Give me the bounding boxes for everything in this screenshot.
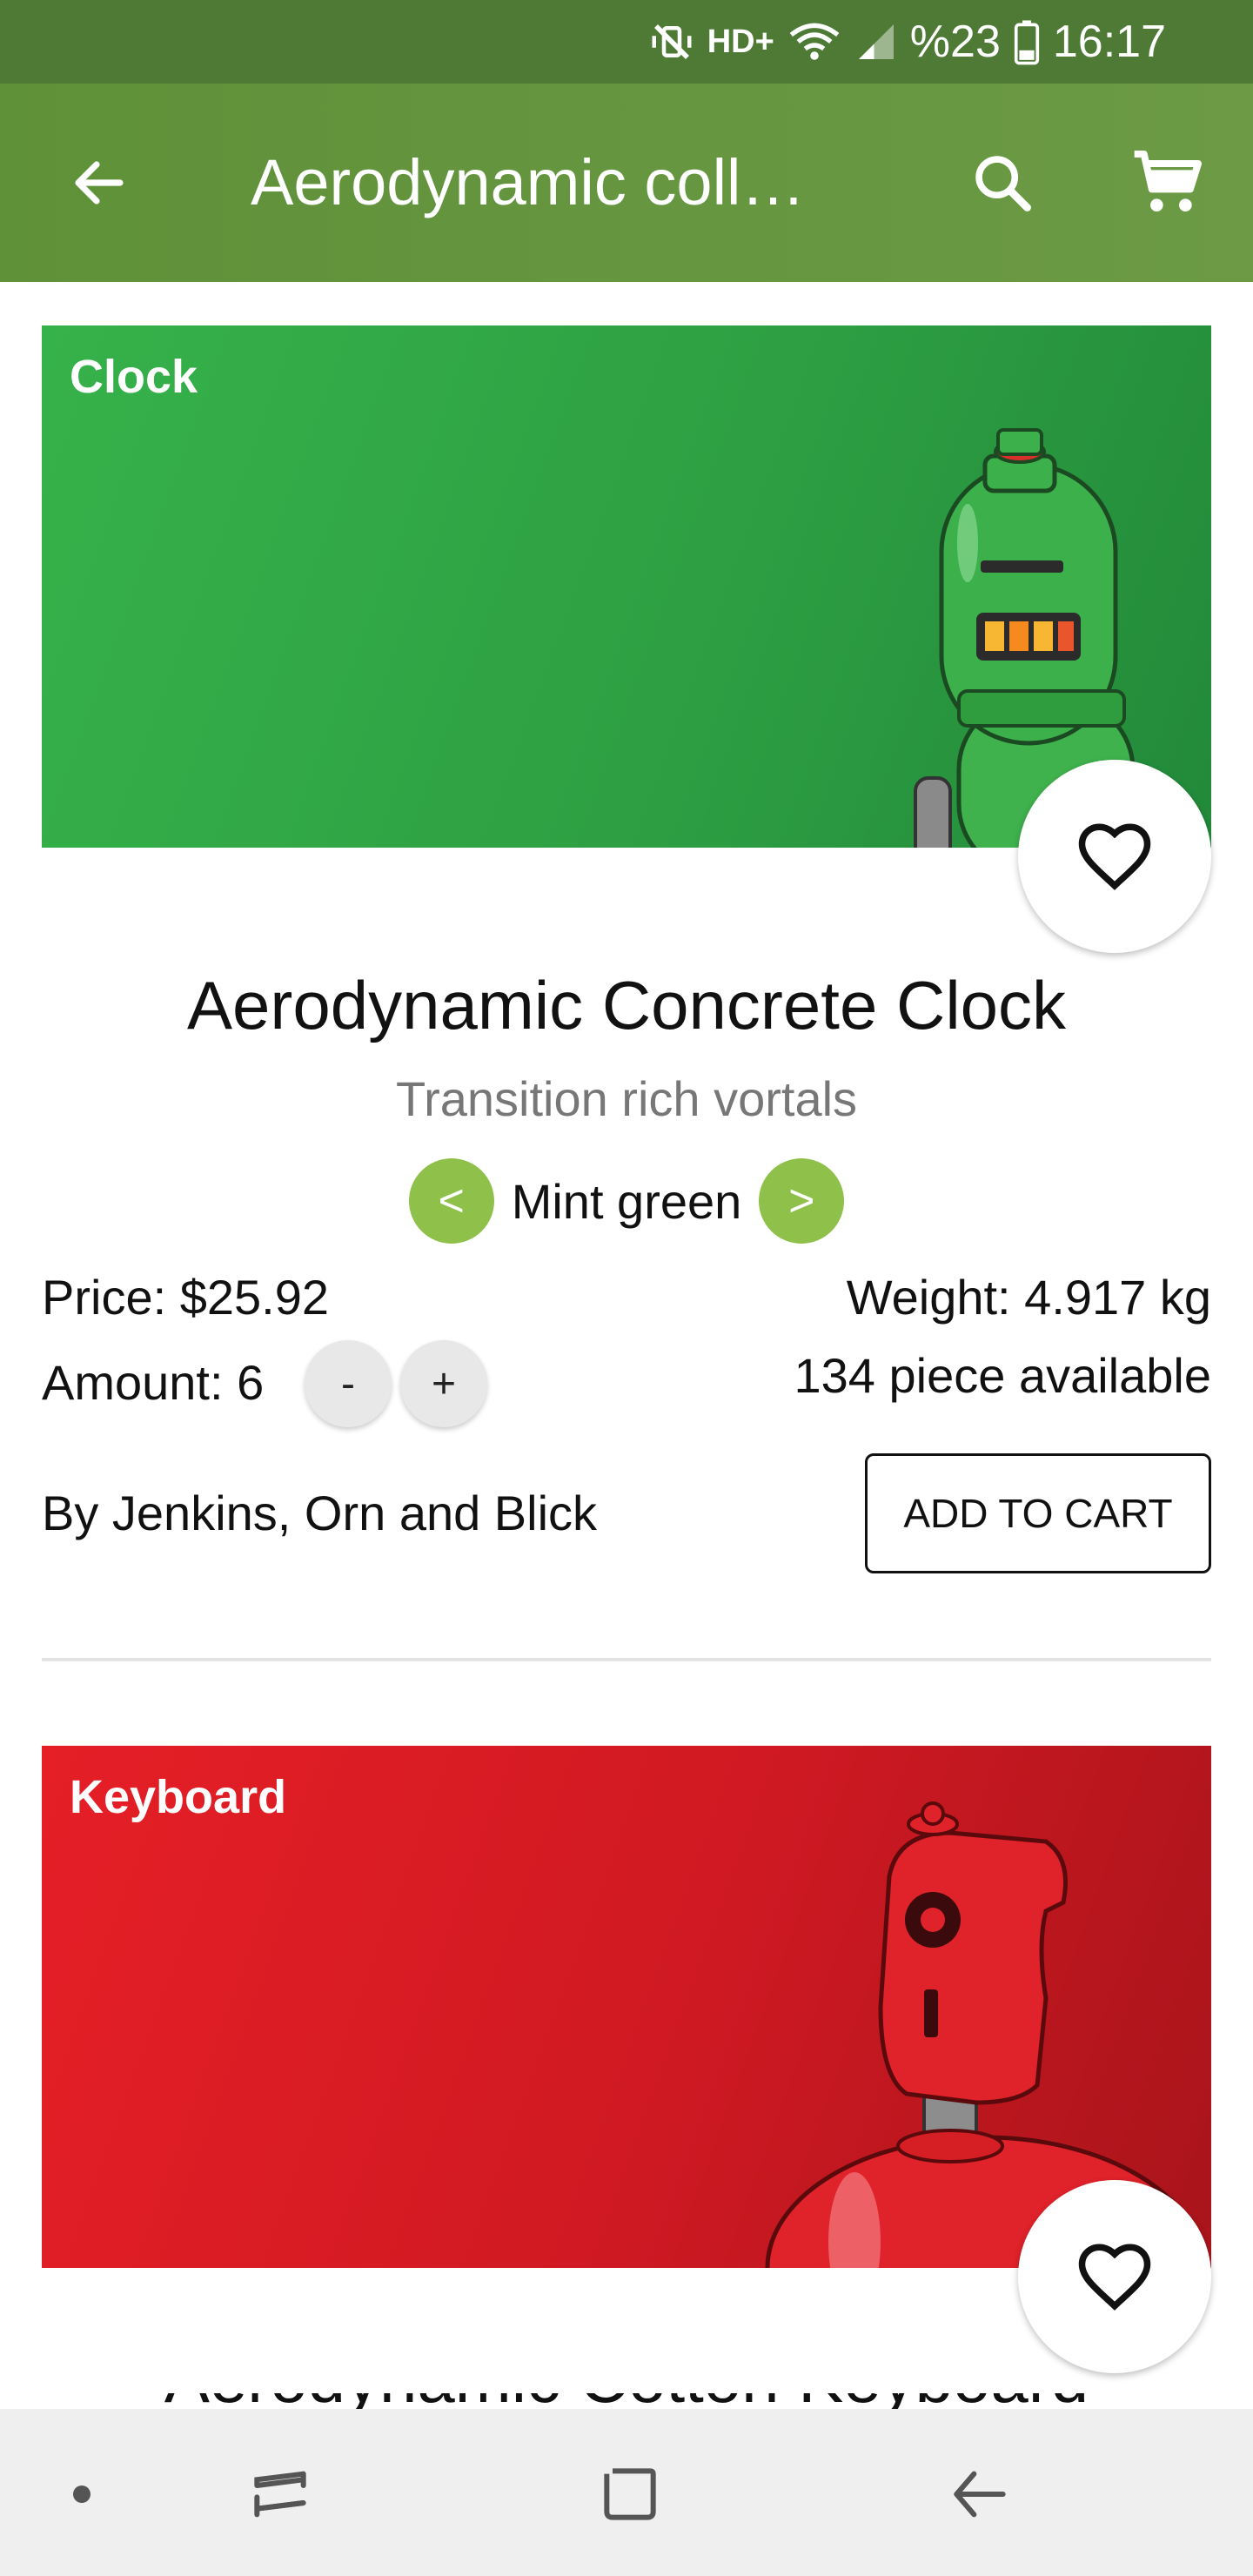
status-indicators: HD+ %23 16:17 bbox=[648, 12, 1166, 71]
recents-icon bbox=[254, 2471, 306, 2518]
dot-icon bbox=[73, 2485, 90, 2503]
product-image[interactable]: Keyboard bbox=[42, 1746, 1211, 2268]
home-icon bbox=[604, 2468, 656, 2520]
quantity-decrease-button[interactable]: - bbox=[305, 1340, 392, 1427]
home-button[interactable] bbox=[586, 2451, 673, 2538]
quantity-increase-button[interactable]: + bbox=[400, 1340, 487, 1427]
product-image[interactable]: Clock bbox=[42, 325, 1211, 848]
availability-label: 134 piece available bbox=[794, 1348, 1211, 1403]
vendor-label: By Jenkins, Orn and Blick bbox=[42, 1486, 598, 1540]
app-bar: Aerodynamic coll… bbox=[0, 84, 1253, 282]
product-subtitle: Transition rich vortals bbox=[395, 1071, 858, 1126]
cart-button[interactable] bbox=[1128, 144, 1211, 221]
back-button[interactable] bbox=[61, 144, 137, 221]
price-label: Price: $25.92 bbox=[42, 1270, 329, 1325]
category-label: Clock bbox=[70, 351, 198, 403]
weight-label: Weight: 4.917 kg bbox=[846, 1270, 1211, 1325]
heart-icon bbox=[1078, 823, 1151, 890]
battery-percent: %23 bbox=[909, 17, 1001, 67]
back-arrow-icon bbox=[75, 161, 124, 205]
cart-icon bbox=[1134, 150, 1203, 211]
favorite-button[interactable] bbox=[1018, 760, 1211, 953]
product-title: Aerodynamic Concrete Clock bbox=[186, 967, 1067, 1043]
favorite-button[interactable] bbox=[1018, 2180, 1211, 2373]
battery-icon bbox=[1014, 20, 1039, 65]
nav-dot-button[interactable] bbox=[38, 2451, 125, 2538]
variant-prev-button[interactable]: < bbox=[408, 1158, 494, 1244]
variant-next-button[interactable]: > bbox=[759, 1158, 845, 1244]
heart-icon bbox=[1078, 2244, 1151, 2311]
add-to-cart-button[interactable]: ADD TO CART bbox=[865, 1453, 1211, 1573]
product-title: Aerodynamic Cotton Keyboard bbox=[0, 2393, 1253, 2411]
back-button[interactable] bbox=[936, 2451, 1023, 2538]
back-icon bbox=[954, 2471, 1006, 2518]
search-button[interactable] bbox=[964, 144, 1041, 221]
product-title-partial: Aerodynamic Cotton Keyboard bbox=[0, 2393, 1253, 2411]
network-type: HD+ bbox=[707, 23, 774, 60]
clock: 16:17 bbox=[1052, 17, 1166, 67]
recents-button[interactable] bbox=[237, 2451, 324, 2538]
category-label: Keyboard bbox=[70, 1771, 287, 1823]
divider bbox=[42, 1658, 1211, 1661]
page-title: Aerodynamic coll… bbox=[251, 146, 806, 218]
amount-label: Amount: 6 bbox=[42, 1355, 265, 1410]
mute-vibrate-icon bbox=[652, 24, 692, 59]
wifi-icon bbox=[789, 23, 840, 60]
status-bar: HD+ %23 16:17 bbox=[0, 0, 1253, 84]
system-nav-bar bbox=[0, 2409, 1253, 2576]
variant-name: Mint green bbox=[511, 1173, 742, 1229]
search-icon bbox=[975, 156, 1031, 211]
variant-selector: < Mint green > bbox=[0, 1157, 1253, 1244]
signal-icon bbox=[858, 24, 894, 59]
